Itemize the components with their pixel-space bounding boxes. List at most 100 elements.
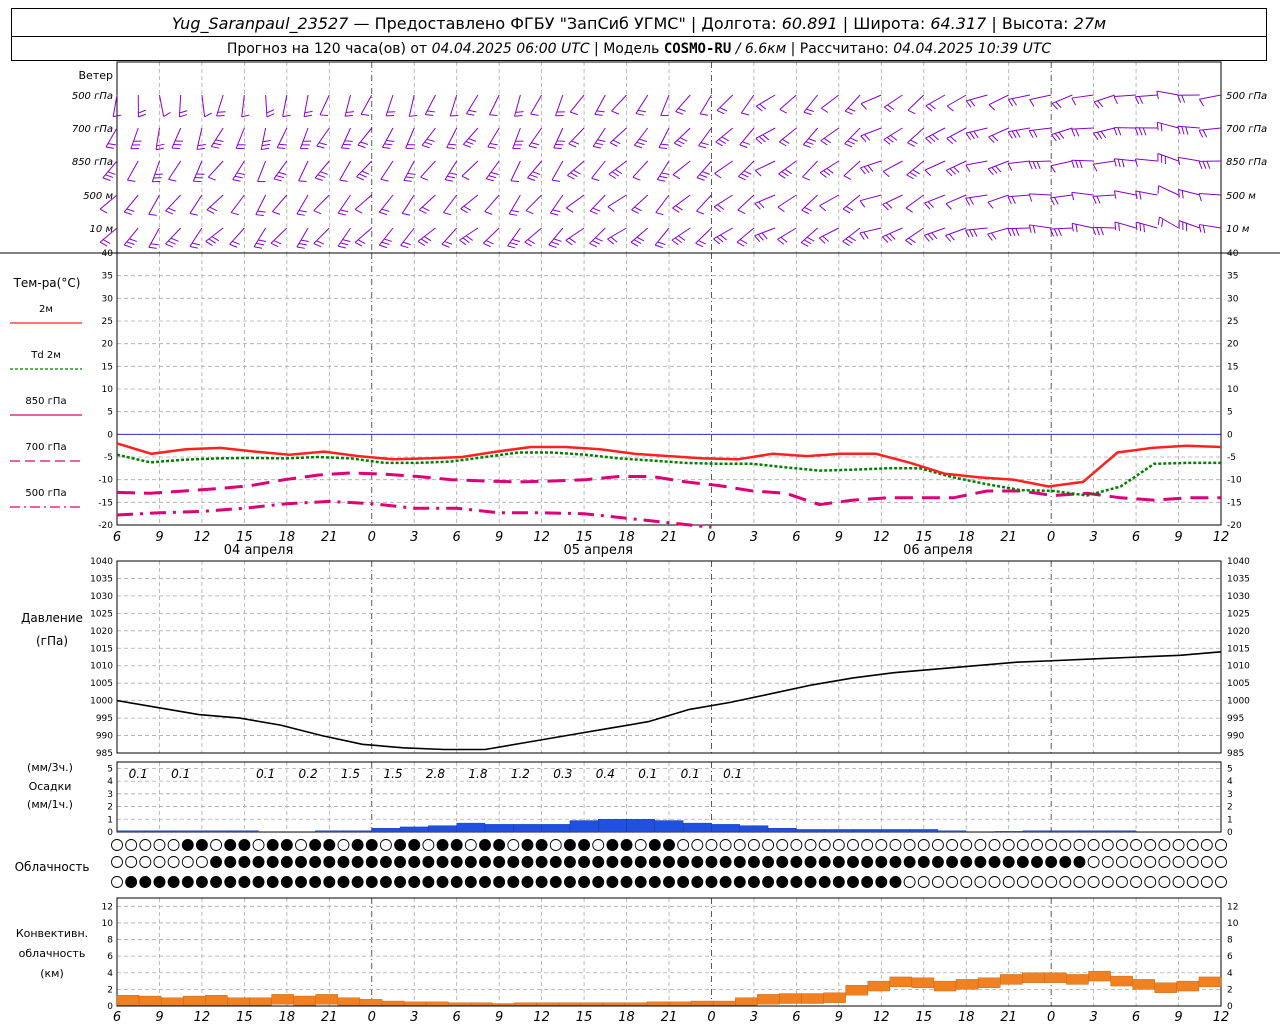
precip-bar <box>116 830 146 833</box>
wind-barb-feather <box>611 110 620 115</box>
bottom-xtick: 6 <box>1132 1010 1140 1024</box>
pres-ytick-right: 1005 <box>1227 679 1250 689</box>
cloud-symbol <box>1073 839 1086 851</box>
cloud-symbol <box>181 839 194 851</box>
precip-bar <box>1107 830 1137 833</box>
conv-unit: (км) <box>40 967 64 980</box>
wind-barb-feather <box>826 168 834 174</box>
wind-barb-feather <box>907 109 916 115</box>
wind-barb-shaft <box>966 94 988 102</box>
cloud-symbol <box>1002 839 1015 851</box>
wind-barb-feather <box>1058 131 1065 139</box>
wind-barb-shaft <box>319 94 330 116</box>
bottom-xtick: 0 <box>1047 1010 1055 1024</box>
wind-barb-feather <box>444 240 453 245</box>
wind-barb-feather <box>298 180 307 183</box>
temp-title: Тем-ра(°C) <box>13 276 81 290</box>
temp-ytick-right: -10 <box>1227 476 1242 486</box>
cloud-symbol <box>323 876 336 888</box>
bottom-xtick: 21 <box>1000 1010 1017 1024</box>
cloud-symbol <box>620 856 633 868</box>
wind-barb-feather <box>255 214 264 216</box>
wind-barb-feather <box>762 134 770 141</box>
conv-bar <box>536 1002 559 1006</box>
cloud-symbol <box>379 876 392 888</box>
pres-ytick-left: 1015 <box>90 644 113 654</box>
wind-barb-shaft <box>1029 160 1052 163</box>
wind-barb-feather <box>987 201 994 209</box>
cloud-symbol <box>365 839 378 851</box>
wind-barb-feather <box>739 144 748 148</box>
wind-barb-shaft <box>736 227 755 243</box>
cloud-symbol <box>351 876 364 888</box>
wind-barb-shaft <box>802 127 818 146</box>
wind-barb-feather <box>466 113 475 116</box>
cloud-symbol <box>1073 856 1086 868</box>
temp-xtick: 6 <box>453 530 461 545</box>
temp-legend-label: 700 гПа <box>25 442 66 453</box>
wind-barb-feather <box>736 241 745 247</box>
wind-barb-feather <box>460 208 468 214</box>
wind-barb-feather <box>1198 98 1205 107</box>
wind-barb-feather <box>550 212 559 216</box>
wind-barb-feather <box>754 203 761 210</box>
wind-barb-feather <box>1100 227 1104 236</box>
wind-barb-feather <box>341 147 350 150</box>
wind-barb-feather <box>969 131 975 140</box>
pres-ytick-left: 985 <box>96 749 113 759</box>
wind-barb-feather <box>318 142 327 146</box>
cloud-symbol <box>733 876 746 888</box>
wind-barb-feather <box>845 206 854 211</box>
wind-barb-feather <box>489 142 498 146</box>
wind-barb-feather <box>679 137 688 142</box>
temp-xtick: 12 <box>194 530 211 545</box>
wind-barb-feather <box>1160 123 1163 132</box>
wind-barb-feather <box>168 240 176 245</box>
wind-barb-shaft <box>965 160 988 166</box>
pres-ytick-right: 1035 <box>1227 574 1250 584</box>
wind-barb-feather <box>514 114 523 117</box>
cloud-symbol <box>394 839 407 851</box>
wind-barb-feather <box>987 233 993 241</box>
wind-barb-shaft <box>257 160 267 182</box>
wind-barb-feather <box>589 242 598 248</box>
wind-barb-feather <box>270 242 279 248</box>
wind-barb-feather <box>105 146 114 149</box>
precip-bar <box>541 824 571 833</box>
cloud-symbol <box>1172 876 1185 888</box>
wind-barb-feather <box>189 245 198 249</box>
temp-xtick: 9 <box>495 530 503 545</box>
wind-barb-feather <box>634 206 642 212</box>
wind-barb-shaft <box>820 127 840 142</box>
wind-barb-shaft <box>1008 127 1031 133</box>
cloud-symbol <box>493 839 506 851</box>
conv-bar <box>757 994 780 1005</box>
wind-barb-shaft <box>907 127 925 144</box>
conv-bar <box>1154 982 1178 993</box>
wind-barb-feather <box>991 167 998 174</box>
wind-barb-shaft <box>819 194 840 207</box>
wind-barb-feather <box>566 207 574 213</box>
cloud-symbol <box>1115 876 1128 888</box>
precip-title: Осадки <box>29 780 72 793</box>
temp-ytick-right: 15 <box>1227 362 1238 372</box>
wind-barb-feather <box>909 171 917 177</box>
wind-barb-feather <box>777 206 785 213</box>
wind-barb-shaft <box>313 227 330 244</box>
cloud-symbol <box>1144 839 1157 851</box>
wind-barb-feather <box>591 177 600 182</box>
cloud-symbol <box>1144 876 1157 888</box>
wind-barb-feather <box>357 239 366 245</box>
conv-bar <box>227 997 250 1006</box>
wind-barb-shaft <box>489 94 500 115</box>
cloud-symbol <box>747 876 760 888</box>
conv-title-2: облачность <box>19 947 86 960</box>
wind-barb-feather <box>1028 130 1034 138</box>
wind-barb-feather <box>102 239 111 244</box>
wind-barb-feather <box>527 239 536 244</box>
wind-barb-feather <box>742 141 751 145</box>
cloud-symbol <box>1115 839 1128 851</box>
conv-bar <box>271 994 294 1005</box>
wind-barb-feather <box>315 177 323 181</box>
wind-barb-feather <box>1181 94 1186 103</box>
